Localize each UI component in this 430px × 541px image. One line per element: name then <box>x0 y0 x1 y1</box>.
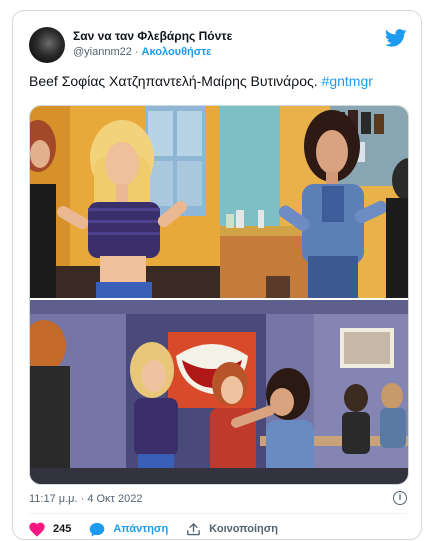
tweet-card: Σαν να ταν Φλεβάρης Πόντε @yiannm22 · Ακολ… <box>12 10 422 540</box>
follow-button[interactable]: Ακολουθήστε <box>142 46 212 58</box>
timestamp[interactable]: 11:17 μ.μ. · 4 Οκτ 2022 <box>29 493 142 505</box>
action-bar: 245 Απάντηση Κοινοποίηση <box>29 519 296 539</box>
tweet-text: Beef Σοφίας Χατζηπαντελή-Μαίρης Βυτινάρο… <box>29 71 409 91</box>
share-icon <box>187 522 200 535</box>
separator-dot: · <box>134 46 139 58</box>
twitter-bird-icon[interactable] <box>385 29 407 47</box>
divider <box>29 513 407 514</box>
tweet-header: Σαν να ταν Φλεβάρης Πόντε @yiannm22 · Ακολ… <box>29 27 407 67</box>
handle-row: @yiannm22 · Ακολουθήστε <box>73 44 232 60</box>
handle[interactable]: @yiannm22 <box>73 46 132 58</box>
info-icon[interactable]: i <box>393 491 407 505</box>
like-count: 245 <box>53 523 72 535</box>
tweet-body: Beef Σοφίας Χατζηπαντελή-Μαίρης Βυτινάρο… <box>29 73 318 89</box>
display-name[interactable]: Σαν να ταν Φλεβάρης Πόντε <box>73 28 232 44</box>
reply-label: Απάντηση <box>113 523 169 535</box>
reply-bubble-icon <box>90 522 105 536</box>
hashtag-link[interactable]: #gntmgr <box>322 73 373 89</box>
avatar[interactable] <box>29 27 65 63</box>
heart-icon <box>29 522 45 537</box>
share-button[interactable]: Κοινοποίηση <box>186 522 278 537</box>
like-button[interactable]: 245 <box>29 522 71 537</box>
reply-button[interactable]: Απάντηση <box>89 522 168 537</box>
media-image <box>30 106 408 484</box>
author-block: Σαν να ταν Φλεβάρης Πόντε @yiannm22 · Ακολ… <box>73 28 232 60</box>
tweet-media[interactable] <box>29 105 409 485</box>
share-label: Κοινοποίηση <box>209 523 279 535</box>
